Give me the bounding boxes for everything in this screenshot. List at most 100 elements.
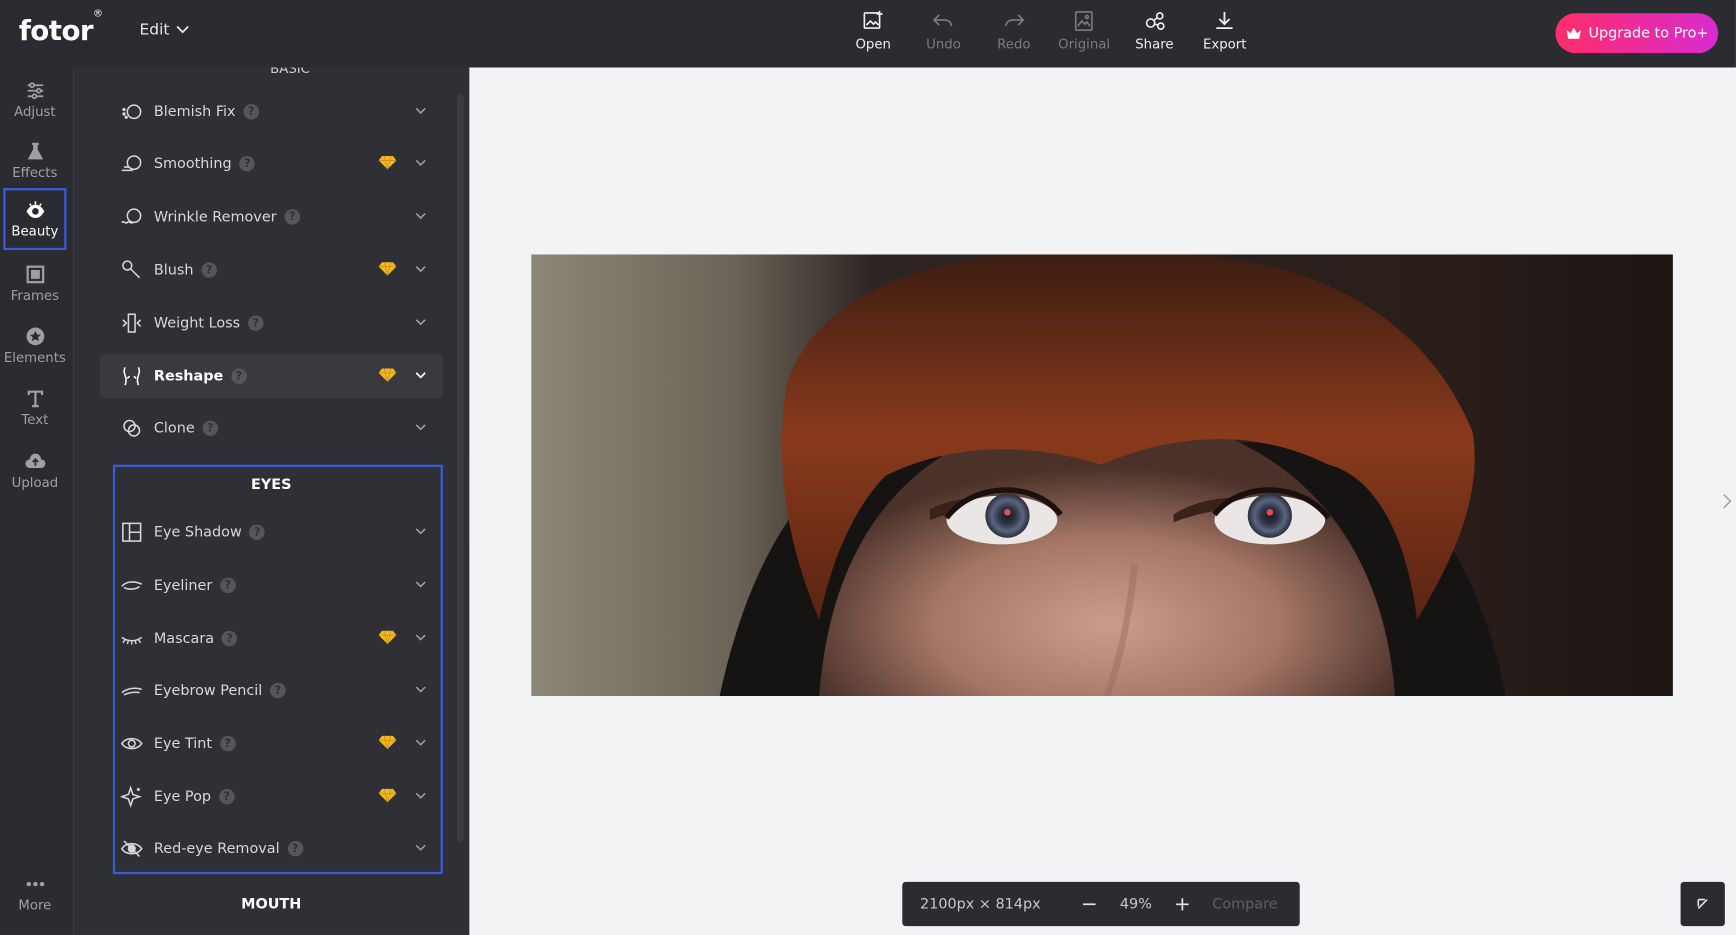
help-icon[interactable]: ? (247, 315, 264, 331)
help-icon[interactable]: ? (284, 209, 300, 225)
rail-item-effects[interactable]: Effects (3, 129, 66, 191)
rail-item-frames[interactable]: Frames (3, 252, 66, 314)
help-icon[interactable]: ? (231, 368, 247, 384)
upgrade-button[interactable]: Upgrade to Pro+ (1555, 13, 1719, 54)
fotor-logo[interactable]: fotor® (19, 8, 103, 46)
rail-item-upload[interactable]: Upload (3, 439, 66, 501)
tool-row-blemish-fix[interactable]: Blemish Fix ? (100, 90, 443, 134)
export-button[interactable]: Export (1190, 9, 1260, 60)
help-icon[interactable]: ? (221, 630, 238, 647)
tool-row-mascara[interactable]: Mascara ? (100, 616, 443, 660)
rail-label-effects: Effects (12, 164, 58, 181)
redo-label: Redo (997, 36, 1031, 53)
panel-scrollbar[interactable] (457, 94, 464, 843)
sliders-icon (27, 82, 43, 100)
pro-diamond-icon (378, 788, 397, 803)
reshape-icon (120, 364, 144, 388)
chevron-down-icon (415, 844, 426, 851)
sparkle-icon (120, 785, 144, 809)
undo-button[interactable]: Undo (908, 9, 978, 60)
tool-label: Blush (153, 261, 194, 279)
original-label: Original (1058, 36, 1111, 53)
rail-label-upload: Upload (11, 474, 59, 491)
rail-label-adjust: Adjust (14, 104, 56, 120)
tool-row-reshape[interactable]: Reshape ? (99, 354, 443, 399)
tool-row-weight-loss[interactable]: Weight Loss ? (100, 301, 443, 345)
tool-row-eye-pop[interactable]: Eye Pop ? (100, 775, 443, 819)
tool-row-eye-shadow[interactable]: Eye Shadow ? (100, 510, 443, 554)
compare-button[interactable]: Compare (1212, 896, 1277, 913)
rail-item-more[interactable]: More (3, 862, 66, 924)
help-icon[interactable]: ? (219, 735, 236, 752)
chevron-right-icon[interactable] (1720, 492, 1733, 510)
help-icon[interactable]: ? (239, 156, 255, 172)
help-icon[interactable]: ? (287, 840, 303, 857)
open-button[interactable]: Open (838, 9, 908, 60)
help-icon[interactable]: ? (201, 262, 217, 278)
chevron-down-icon (415, 159, 426, 166)
edited-photo[interactable] (531, 254, 1673, 696)
eye-icon (26, 201, 44, 218)
edit-menu-label: Edit (139, 21, 170, 39)
redo-button[interactable]: Redo (979, 9, 1049, 60)
redo-icon (1004, 14, 1025, 27)
help-icon[interactable]: ? (202, 420, 218, 436)
crown-icon (1566, 27, 1581, 39)
chevron-down-icon (415, 739, 426, 746)
tool-row-eyeliner[interactable]: Eyeliner ? (100, 563, 443, 607)
tool-row-eye-tint[interactable]: Eye Tint ? (100, 721, 443, 765)
tool-row-eyebrow-pencil[interactable]: Eyebrow Pencil ? (100, 668, 443, 712)
chevron-down-icon (415, 266, 426, 273)
export-label: Export (1202, 36, 1247, 53)
tool-label: Eyeliner (153, 577, 213, 594)
section-title-basic: BASIC (270, 67, 310, 77)
help-icon[interactable]: ? (249, 524, 265, 540)
pro-diamond-icon (378, 368, 397, 382)
frame-icon (26, 265, 44, 284)
original-image-icon (1075, 11, 1094, 31)
help-icon[interactable]: ? (243, 104, 259, 120)
eyebrow-icon (120, 678, 144, 702)
open-image-icon (863, 10, 883, 29)
zoom-out-button[interactable]: − (1075, 892, 1104, 915)
tool-row-clone[interactable]: Clone ? (100, 406, 443, 450)
tool-label: Eye Pop (153, 788, 212, 805)
mascara-lashes-icon (120, 626, 144, 650)
help-icon[interactable]: ? (220, 577, 236, 594)
tool-row-blush[interactable]: Blush ? (100, 248, 443, 292)
tool-row-wrinkle-remover[interactable]: Wrinkle Remover ? (100, 195, 443, 239)
rail-item-beauty[interactable]: Beauty (3, 188, 67, 251)
zoom-level: 49% (1119, 895, 1152, 913)
undo-label: Undo (926, 36, 961, 53)
help-icon[interactable]: ? (218, 788, 235, 805)
tool-row-red-eye-removal[interactable]: Red-eye Removal ? (100, 827, 443, 871)
original-button[interactable]: Original (1049, 9, 1119, 60)
pro-diamond-icon (378, 630, 397, 645)
rail-item-elements[interactable]: Elements (3, 314, 66, 376)
pro-diamond-icon (378, 262, 397, 276)
weight-loss-icon (120, 311, 144, 335)
eye-tint-icon (120, 731, 144, 755)
tool-label: Eye Tint (153, 735, 213, 752)
wrinkle-remover-icon (120, 205, 144, 229)
chevron-down-icon (415, 634, 426, 641)
rail-item-text[interactable]: Text (3, 376, 66, 438)
chevron-down-icon (415, 424, 426, 431)
share-button[interactable]: Share (1119, 9, 1189, 60)
chevron-down-icon (415, 213, 426, 220)
fit-screen-button[interactable] (1680, 881, 1725, 927)
tool-label: Eyebrow Pencil (153, 682, 263, 699)
rail-label-text: Text (21, 411, 49, 428)
rail-label-beauty: Beauty (11, 223, 59, 240)
zoom-in-button[interactable]: + (1168, 892, 1197, 915)
tool-label: Weight Loss (153, 314, 241, 332)
undo-icon (933, 14, 953, 27)
edit-menu-dropdown[interactable]: Edit (139, 21, 189, 39)
upgrade-label: Upgrade to Pro+ (1588, 24, 1709, 42)
tool-label: Reshape (153, 367, 224, 385)
rail-item-adjust[interactable]: Adjust (3, 69, 66, 131)
tool-row-smoothing[interactable]: Smoothing ? (100, 142, 443, 186)
help-icon[interactable]: ? (270, 682, 286, 699)
red-eye-icon (120, 837, 144, 861)
beauty-panel: BASIC Blemish Fix ? Smoothing ? Wrinkle … (73, 67, 470, 935)
